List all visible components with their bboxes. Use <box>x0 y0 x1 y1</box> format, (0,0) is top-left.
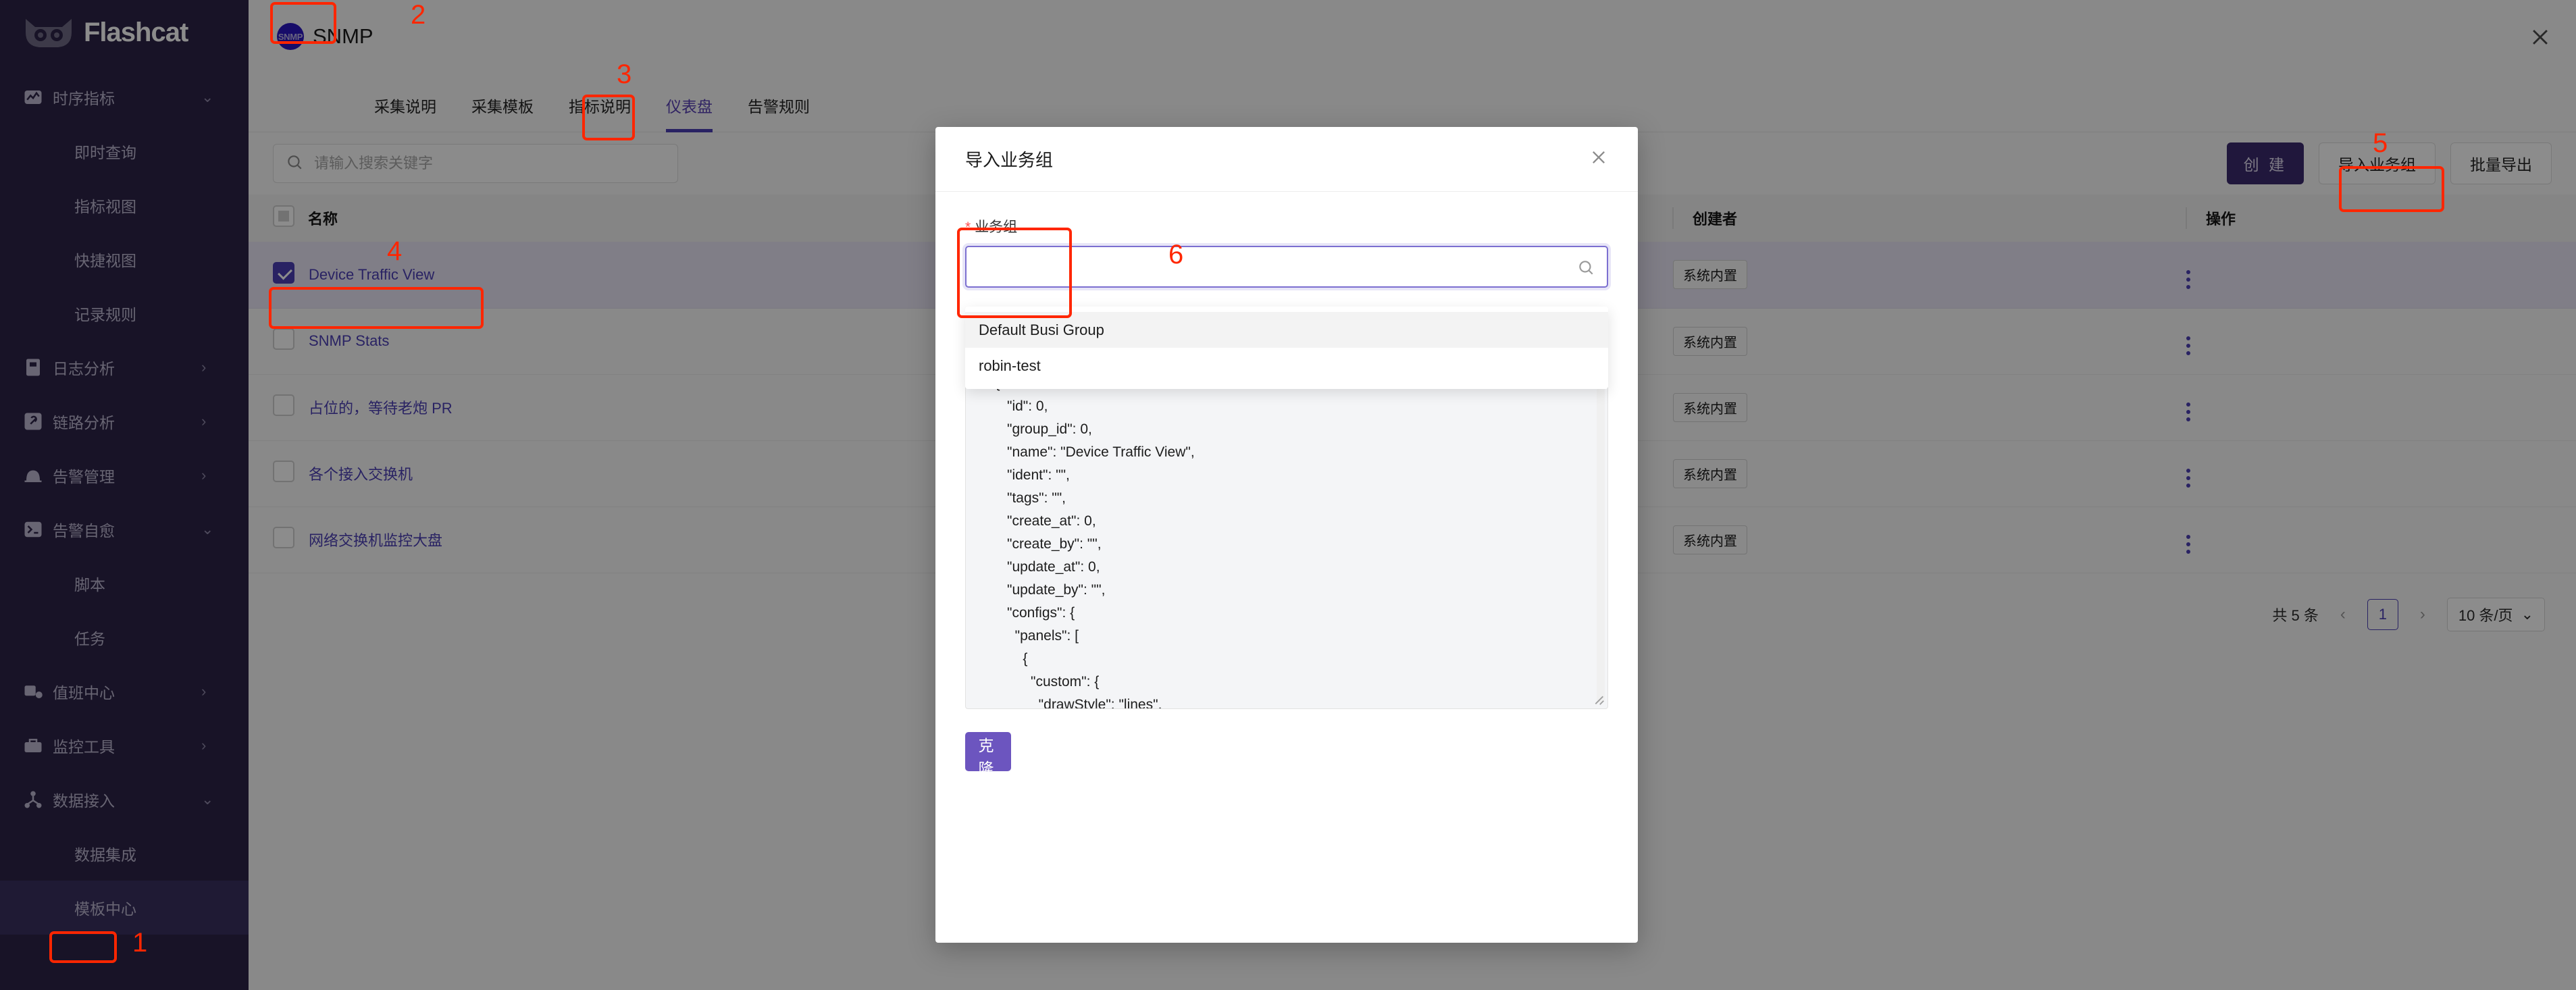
json-preview[interactable]: { "id": 0, "group_id": 0, "name": "Devic… <box>965 361 1608 709</box>
required-mark: * <box>965 219 971 235</box>
busi-group-select[interactable] <box>965 246 1608 288</box>
close-icon[interactable] <box>1589 148 1608 170</box>
busi-group-label: 业务组 <box>975 219 1018 235</box>
busi-group-input[interactable] <box>979 257 1595 276</box>
json-preview-text: { "id": 0, "group_id": 0, "name": "Devic… <box>996 375 1195 709</box>
busi-group-dropdown: Default Busi Group robin-test <box>965 307 1608 389</box>
option-default-busi-group[interactable]: Default Busi Group <box>965 312 1608 348</box>
dialog-title: 导入业务组 <box>965 150 1054 170</box>
resize-grip-icon[interactable] <box>1591 692 1605 706</box>
scrollbar-track[interactable] <box>1597 365 1605 703</box>
dialog-footer: 克 隆 <box>935 709 1638 777</box>
dialog-body: *业务组 Default Busi Group robin-test { "id… <box>935 192 1638 709</box>
option-robin-test[interactable]: robin-test <box>965 348 1608 384</box>
import-busi-group-dialog: 导入业务组 * 业务组 Default Busi Group robin-test… <box>935 127 1638 943</box>
search-icon <box>1577 259 1595 280</box>
busi-group-label-row: * 业务组 <box>965 216 1608 236</box>
dialog-header: 导入业务组 <box>935 127 1638 192</box>
clone-button[interactable]: 克 隆 <box>965 732 1011 777</box>
